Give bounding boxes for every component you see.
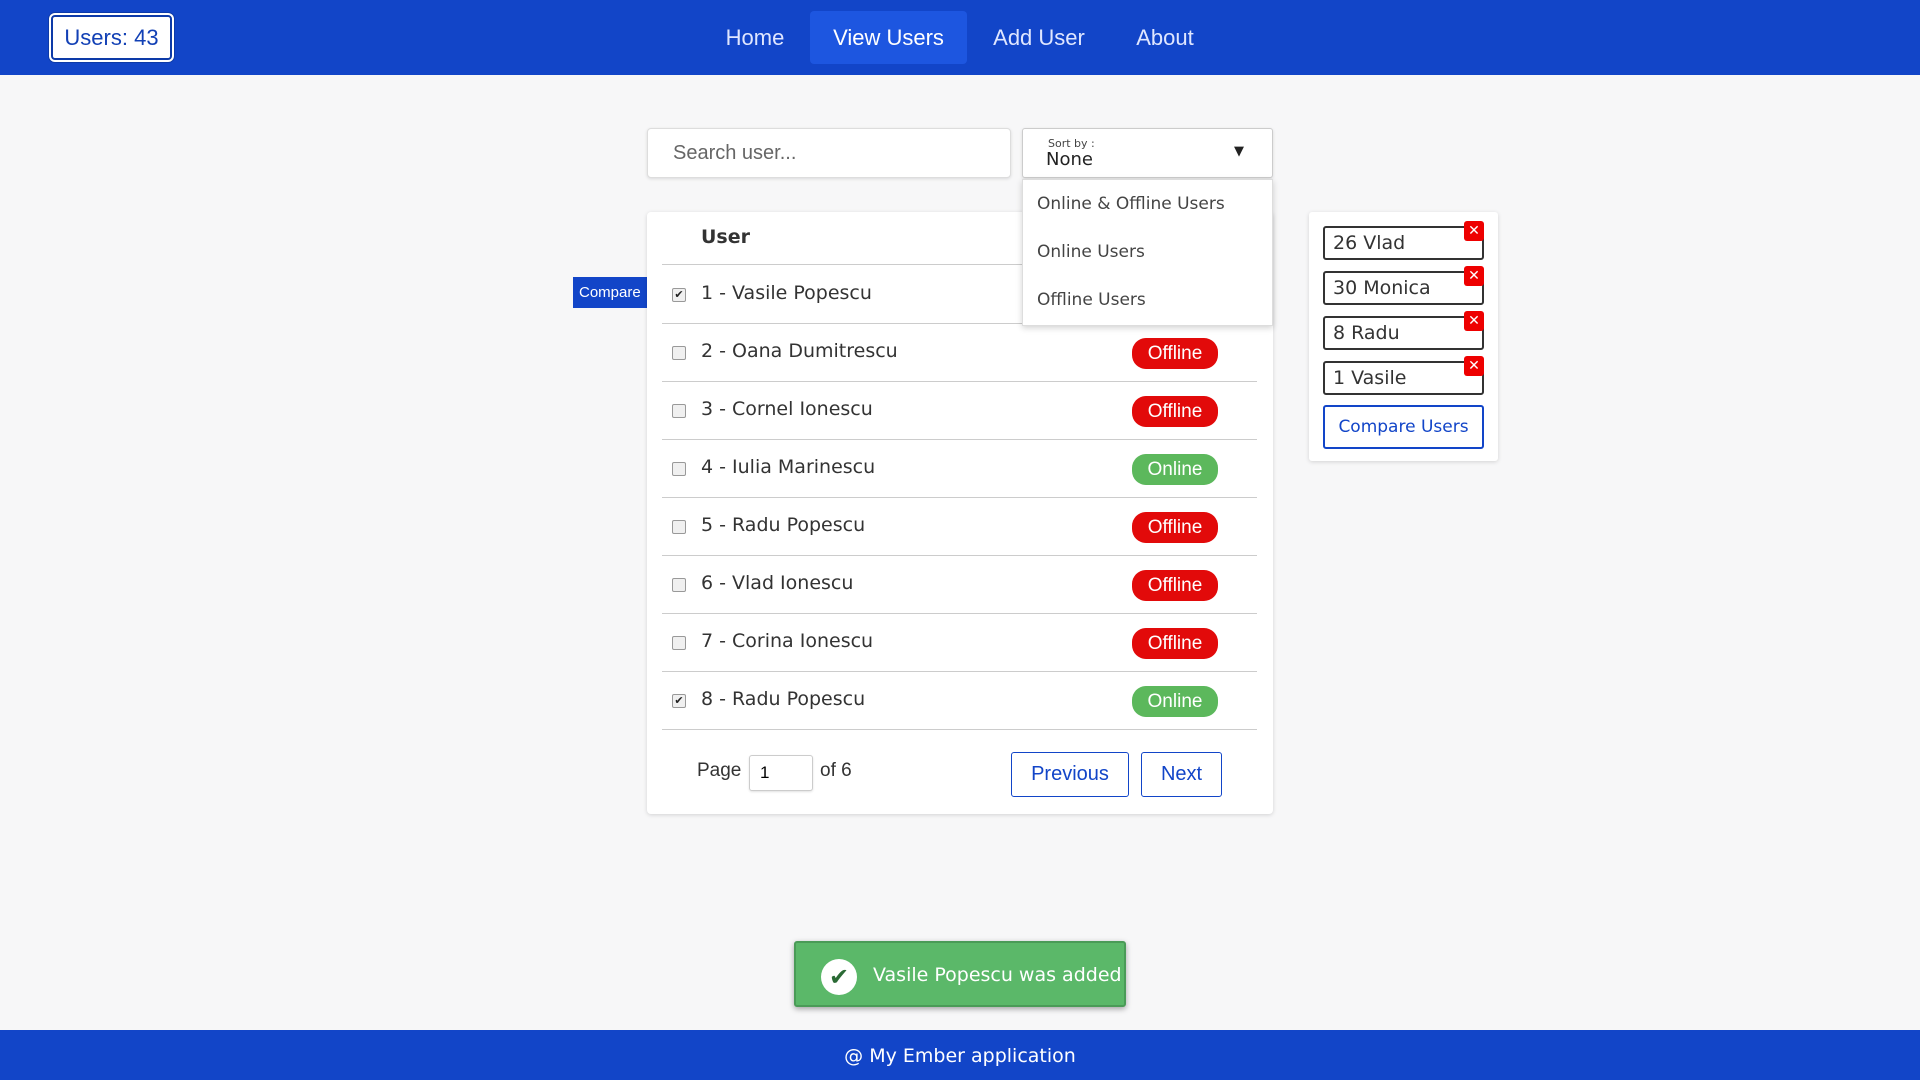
status-badge: Offline: [1132, 396, 1218, 427]
row-checkbox[interactable]: ✔: [672, 694, 686, 708]
table-row[interactable]: 3 - Cornel Ionescu Offline: [662, 382, 1257, 440]
close-icon[interactable]: ✕: [1464, 266, 1484, 286]
sort-options-menu: Online & Offline Users Online Users Offl…: [1022, 179, 1273, 326]
status-badge: Online: [1132, 454, 1218, 485]
status-badge: Online: [1132, 686, 1218, 717]
top-navbar: Users: 43 Home View Users Add User About: [0, 0, 1920, 75]
user-name: 5 - Radu Popescu: [701, 514, 866, 536]
toast-message: Vasile Popescu was added: [873, 964, 1122, 986]
table-row[interactable]: 4 - Iulia Marinescu Online: [662, 440, 1257, 498]
nav-add-user[interactable]: Add User: [978, 11, 1100, 64]
user-name: 1 - Vasile Popescu: [701, 282, 872, 304]
search-input[interactable]: [647, 128, 1011, 178]
status-badge: Offline: [1132, 570, 1218, 601]
sort-dropdown[interactable]: Sort by : None ▼: [1022, 128, 1273, 178]
compare-panel: 26 Vlad ✕ 30 Monica ✕ 8 Radu ✕ 1 Vasile …: [1309, 212, 1498, 461]
user-name: 3 - Cornel Ionescu: [701, 398, 873, 420]
user-name: 2 - Oana Dumitrescu: [701, 340, 898, 362]
nav-home[interactable]: Home: [712, 11, 798, 64]
page-total-label: of 6: [820, 760, 852, 781]
sort-option-online[interactable]: Online Users: [1023, 228, 1272, 276]
compare-users-button[interactable]: Compare Users: [1323, 405, 1484, 449]
user-name: 4 - Iulia Marinescu: [701, 456, 876, 478]
user-name: 6 - Vlad Ionescu: [701, 572, 854, 594]
check-icon: ✔: [821, 959, 857, 995]
user-name: 8 - Radu Popescu: [701, 688, 866, 710]
row-checkbox[interactable]: ✔: [672, 288, 686, 302]
status-badge: Offline: [1132, 512, 1218, 543]
success-toast: ✔ Vasile Popescu was added: [794, 941, 1126, 1007]
nav-about[interactable]: About: [1122, 11, 1208, 64]
main-nav: Home View Users Add User About: [0, 11, 1920, 64]
compare-chip-label: 30 Monica: [1333, 277, 1431, 299]
row-checkbox[interactable]: [672, 578, 686, 592]
next-button[interactable]: Next: [1141, 752, 1222, 797]
row-checkbox[interactable]: [672, 404, 686, 418]
user-name: 7 - Corina Ionescu: [701, 630, 874, 652]
close-icon[interactable]: ✕: [1464, 311, 1484, 331]
row-checkbox[interactable]: [672, 462, 686, 476]
row-checkbox[interactable]: [672, 346, 686, 360]
status-badge: Offline: [1132, 628, 1218, 659]
caret-down-icon: ▼: [1234, 144, 1244, 159]
table-row[interactable]: 5 - Radu Popescu Offline: [662, 498, 1257, 556]
compare-chip: 30 Monica ✕: [1323, 266, 1484, 305]
sort-selected-value: None: [1046, 149, 1093, 170]
compare-chip: 26 Vlad ✕: [1323, 221, 1484, 260]
compare-chip: 8 Radu ✕: [1323, 311, 1484, 350]
compare-chip: 1 Vasile ✕: [1323, 356, 1484, 395]
nav-view-users[interactable]: View Users: [810, 11, 967, 64]
page-number-input[interactable]: [749, 755, 813, 791]
compare-chip-label: 1 Vasile: [1333, 367, 1407, 389]
footer: @ My Ember application: [0, 1030, 1920, 1080]
sort-option-all[interactable]: Online & Offline Users: [1023, 180, 1272, 228]
previous-button[interactable]: Previous: [1011, 752, 1129, 797]
table-row[interactable]: 2 - Oana Dumitrescu Offline: [662, 324, 1257, 382]
page-label: Page: [697, 760, 742, 781]
table-row[interactable]: 6 - Vlad Ionescu Offline: [662, 556, 1257, 614]
sort-option-offline[interactable]: Offline Users: [1023, 276, 1272, 324]
column-header-user: User: [701, 226, 750, 248]
table-row[interactable]: ✔ 8 - Radu Popescu Online: [662, 672, 1257, 730]
row-checkbox[interactable]: [672, 636, 686, 650]
table-row[interactable]: 7 - Corina Ionescu Offline: [662, 614, 1257, 672]
compare-chip-label: 8 Radu: [1333, 322, 1400, 344]
status-badge: Offline: [1132, 338, 1218, 369]
close-icon[interactable]: ✕: [1464, 221, 1484, 241]
row-checkbox[interactable]: [672, 520, 686, 534]
compare-chip-label: 26 Vlad: [1333, 232, 1406, 254]
close-icon[interactable]: ✕: [1464, 356, 1484, 376]
